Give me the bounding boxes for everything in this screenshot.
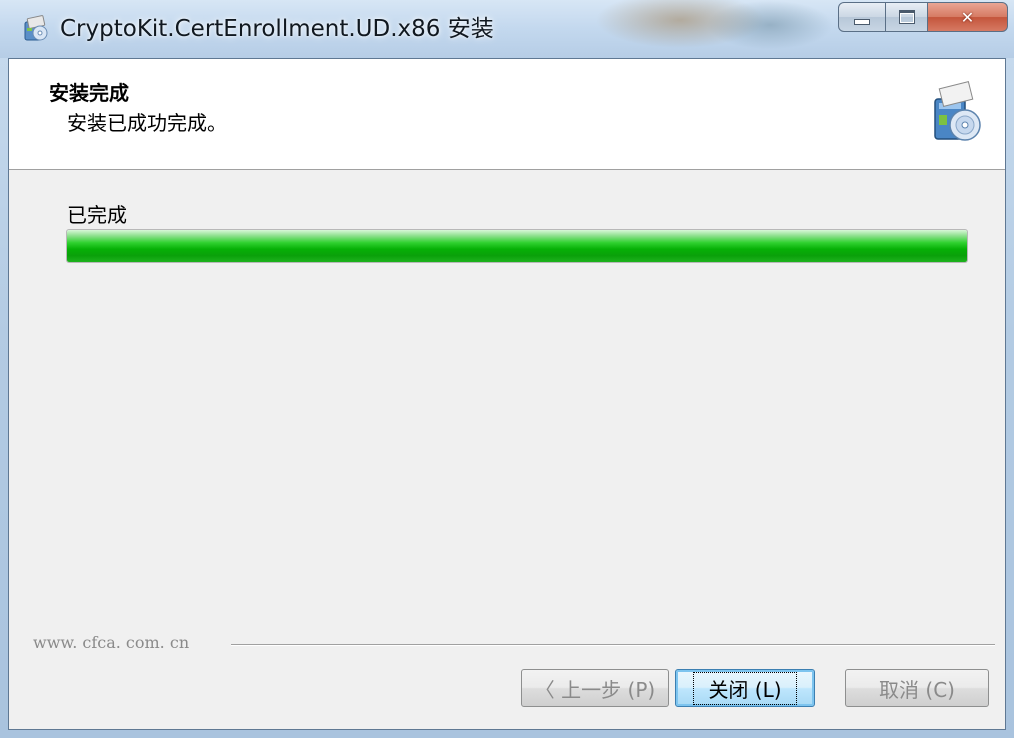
installer-window: CryptoKit.CertEnrollment.UD.x86 安装 ✕ 安装完… (0, 0, 1014, 738)
close-button[interactable]: 关闭 (L) (675, 669, 815, 707)
progress-label: 已完成 (67, 203, 127, 227)
minimize-button[interactable] (838, 2, 886, 32)
header-banner: 安装完成 安装已成功完成。 (9, 59, 1005, 170)
page-subtitle: 安装已成功完成。 (67, 111, 227, 135)
caption-buttons: ✕ (838, 2, 1008, 32)
close-button-label: 关闭 (L) (693, 671, 797, 705)
window-title: CryptoKit.CertEnrollment.UD.x86 安装 (60, 16, 494, 42)
brand-link-text: www. cfca. com. cn (33, 633, 190, 652)
installer-package-icon (931, 81, 983, 147)
minimize-icon (854, 19, 870, 25)
cancel-button[interactable]: 取消 (C) (845, 669, 989, 707)
progress-bar-fill (67, 230, 967, 262)
maximize-button[interactable] (886, 2, 928, 32)
footer-divider (231, 644, 995, 646)
close-window-button[interactable]: ✕ (928, 2, 1008, 32)
installer-app-icon (22, 14, 50, 42)
progress-bar (66, 229, 968, 263)
page-title: 安装完成 (49, 81, 129, 105)
close-icon: ✕ (960, 7, 975, 27)
dialog-client-area: 安装完成 安装已成功完成。 已完成 www. cfca. com. cn 〈 上… (8, 58, 1006, 730)
maximize-icon (898, 10, 915, 24)
title-bar[interactable]: CryptoKit.CertEnrollment.UD.x86 安装 ✕ (0, 0, 1014, 58)
back-button[interactable]: 〈 上一步 (P) (521, 669, 669, 707)
